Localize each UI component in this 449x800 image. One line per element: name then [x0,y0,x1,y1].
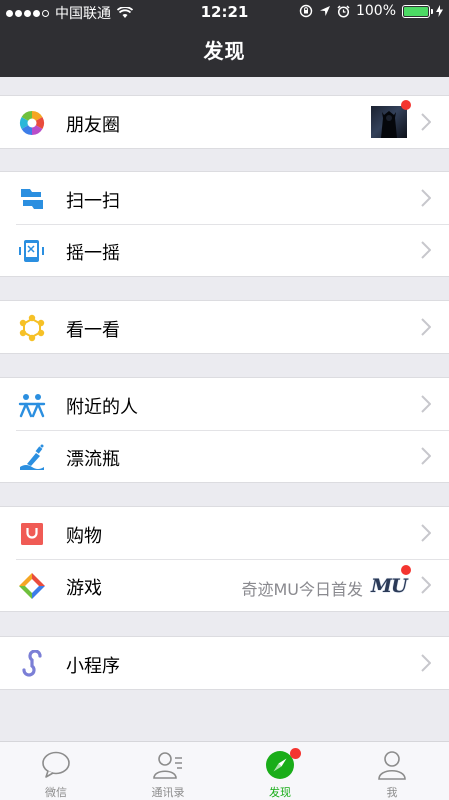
games-diamond-icon [19,573,45,599]
games-label: 游戏 [66,578,102,599]
shake-phone-icon [19,240,44,262]
moments-latest-thumbnail [371,106,407,138]
games-unread-badge [401,565,411,575]
chevron-right-icon [421,241,431,259]
look-label: 看一看 [66,320,120,341]
contacts-icon [153,752,182,779]
shopping-row[interactable]: 购物 [0,507,449,559]
charging-bolt-icon [436,5,443,17]
look-cube-icon [19,314,45,342]
chevron-right-icon [421,654,431,672]
chevron-right-icon [421,395,431,413]
shopping-label: 购物 [66,526,102,547]
miniprogram-row[interactable]: 小程序 [0,637,449,689]
person-icon [378,751,406,780]
moments-group: 朋友圈 [0,95,449,149]
look-row[interactable]: 看一看 [0,301,449,353]
shopping-games-group: 购物 游戏 奇迹MU今日首发 MU [0,506,449,612]
alarm-icon [337,4,350,18]
tab-chats[interactable]: 微信 [0,742,112,800]
moments-label: 朋友圈 [66,115,120,136]
chevron-right-icon [421,113,431,131]
look-group: 看一看 [0,300,449,354]
chevron-right-icon [421,524,431,542]
moments-unread-badge [401,100,411,110]
chevron-right-icon [421,447,431,465]
battery-percent: 100% [355,3,396,19]
miniprogram-icon [22,650,42,677]
chevron-right-icon [421,318,431,336]
miniprogram-group: 小程序 [0,636,449,690]
scan-row[interactable]: 扫一扫 [0,172,449,224]
tab-me[interactable]: 我 [336,742,448,800]
chat-bubble-icon [42,751,70,778]
tab-label: 发现 [269,786,291,799]
moments-aperture-icon [19,111,45,135]
nearby-people-icon [18,394,46,418]
chevron-right-icon [421,189,431,207]
drift-bottle-icon [20,444,44,470]
page-title: 发现 [203,39,246,63]
nearby-bottle-group: 附近的人 漂流瓶 [0,377,449,483]
tab-label: 我 [386,786,398,799]
games-promo-logo: MU [371,575,408,597]
shake-row[interactable]: 摇一摇 [0,224,449,276]
scan-icon [21,189,43,209]
games-promo-text: 奇迹MU今日首发 [241,580,363,599]
nearby-label: 附近的人 [66,397,138,418]
battery-icon [402,4,433,18]
nearby-row[interactable]: 附近的人 [0,378,449,430]
games-row[interactable]: 游戏 奇迹MU今日首发 MU [0,559,449,611]
top-bar: 中国联通 12:21 100% 发现 [0,0,449,77]
moments-row[interactable]: 朋友圈 [0,96,449,148]
tab-label: 微信 [45,786,67,799]
shake-label: 摇一摇 [66,243,120,264]
scan-label: 扫一扫 [66,191,120,212]
tab-discover[interactable]: 发现 [224,742,336,800]
bottle-row[interactable]: 漂流瓶 [0,430,449,482]
bottle-label: 漂流瓶 [66,449,120,470]
location-arrow-icon [319,6,330,16]
tab-label: 通讯录 [151,786,185,799]
scan-shake-group: 扫一扫 摇一摇 [0,171,449,277]
status-bar: 中国联通 12:21 100% [0,0,449,24]
shopping-bag-icon [21,523,43,545]
bottom-tab-bar: 微信 通讯录 发现 我 [0,741,449,800]
miniprogram-label: 小程序 [66,656,120,677]
discover-tab-badge [290,748,301,759]
tab-contacts[interactable]: 通讯录 [112,742,224,800]
rotation-lock-icon [299,4,313,18]
chevron-right-icon [421,576,431,594]
